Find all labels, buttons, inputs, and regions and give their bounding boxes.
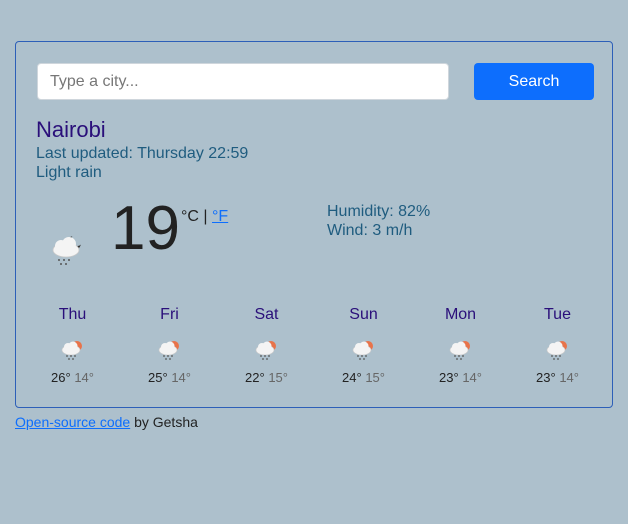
last-updated-label: Last updated: xyxy=(36,145,133,162)
wind-label: Wind: xyxy=(327,222,368,239)
forecast-day: Sat 22° 15° xyxy=(218,306,315,385)
humidity-value: 82% xyxy=(398,203,431,220)
forecast-min: 15° xyxy=(365,370,385,385)
wind-value: 3 m/h xyxy=(372,222,413,239)
wind: Wind: 3 m/h xyxy=(327,222,412,240)
forecast-row: Thu 26° 14° Fri 25° 14° Sat 22° 15° Sun … xyxy=(24,306,606,385)
city-search-input[interactable] xyxy=(37,63,449,100)
night-rain-cloud-icon xyxy=(50,234,86,273)
forecast-day: Mon 23° 14° xyxy=(412,306,509,385)
footer-author: by Getsha xyxy=(134,414,198,430)
forecast-max: 23° xyxy=(439,370,459,385)
current-temperature: 19 xyxy=(111,194,180,263)
sun-rain-cloud-icon xyxy=(218,330,315,370)
forecast-max: 24° xyxy=(342,370,362,385)
unit-toggle: °C | °F xyxy=(181,208,228,226)
forecast-min: 14° xyxy=(74,370,94,385)
humidity: Humidity: 82% xyxy=(327,203,430,221)
sun-rain-cloud-icon xyxy=(24,330,121,370)
forecast-max: 23° xyxy=(536,370,556,385)
city-name: Nairobi xyxy=(36,117,106,142)
forecast-min: 14° xyxy=(171,370,191,385)
footer: Open-source code by Getsha xyxy=(15,414,198,430)
forecast-max: 25° xyxy=(148,370,168,385)
unit-celsius: °C xyxy=(181,208,199,225)
forecast-temps: 23° 14° xyxy=(412,370,509,385)
forecast-day-name: Tue xyxy=(544,306,571,323)
last-updated: Last updated: Thursday 22:59 xyxy=(36,145,248,163)
weather-description: Light rain xyxy=(36,164,102,181)
weather-card: Search Nairobi Last updated: Thursday 22… xyxy=(15,41,613,408)
forecast-day: Tue 23° 14° xyxy=(509,306,606,385)
forecast-min: 14° xyxy=(559,370,579,385)
unit-fahrenheit-link[interactable]: °F xyxy=(212,208,228,225)
forecast-day-name: Mon xyxy=(444,306,477,323)
forecast-min: 15° xyxy=(268,370,288,385)
forecast-day: Sun 24° 15° xyxy=(315,306,412,385)
forecast-day-name: Sun xyxy=(349,306,378,323)
forecast-temps: 24° 15° xyxy=(315,370,412,385)
humidity-label: Humidity: xyxy=(327,203,394,220)
forecast-temps: 23° 14° xyxy=(509,370,606,385)
forecast-day-name: Sat xyxy=(254,306,279,323)
search-button[interactable]: Search xyxy=(474,63,594,100)
forecast-max: 26° xyxy=(51,370,71,385)
sun-rain-cloud-icon xyxy=(121,330,218,370)
forecast-min: 14° xyxy=(462,370,482,385)
forecast-temps: 25° 14° xyxy=(121,370,218,385)
last-updated-time: Thursday 22:59 xyxy=(137,145,249,162)
sun-rain-cloud-icon xyxy=(509,330,606,370)
sun-rain-cloud-icon xyxy=(412,330,509,370)
sun-rain-cloud-icon xyxy=(315,330,412,370)
forecast-day-name: Fri xyxy=(160,306,179,323)
unit-separator: | xyxy=(203,208,208,225)
source-code-link[interactable]: Open-source code xyxy=(15,414,130,430)
forecast-temps: 22° 15° xyxy=(218,370,315,385)
forecast-day: Thu 26° 14° xyxy=(24,306,121,385)
forecast-day-name: Thu xyxy=(58,306,87,323)
forecast-temps: 26° 14° xyxy=(24,370,121,385)
forecast-max: 22° xyxy=(245,370,265,385)
forecast-day: Fri 25° 14° xyxy=(121,306,218,385)
